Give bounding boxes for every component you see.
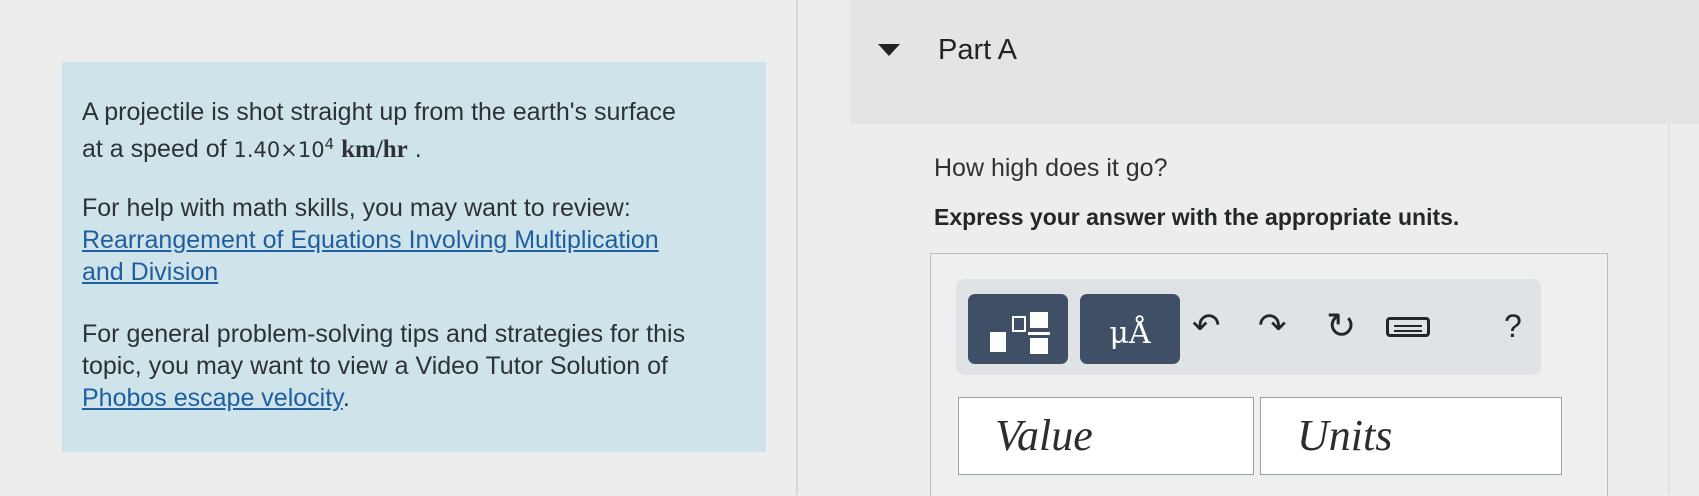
- units-icon: μÅ: [1109, 316, 1151, 351]
- speed-unit: km/hr: [341, 136, 408, 163]
- value-input[interactable]: Value: [958, 397, 1254, 475]
- collapse-caret-icon[interactable]: [878, 44, 900, 56]
- speed-value: 1.40×104: [233, 135, 335, 162]
- keyboard-icon[interactable]: [1386, 317, 1430, 337]
- redo-icon[interactable]: ↷: [1258, 309, 1287, 343]
- problem-intro: A projectile is shot straight up from th…: [82, 98, 676, 126]
- units-button[interactable]: μÅ: [1080, 294, 1180, 364]
- answer-instruction: Express your answer with the appropriate…: [934, 204, 1460, 230]
- undo-icon[interactable]: ↶: [1192, 309, 1221, 343]
- part-title: Part A: [938, 34, 1017, 66]
- speed-prefix: at a speed of: [82, 135, 234, 163]
- video-tutor-link[interactable]: Phobos escape velocity: [82, 384, 343, 412]
- tips-text: For general problem-solving tips and str…: [82, 320, 686, 412]
- math-review-link[interactable]: Rearrangement of Equations Involving Mul…: [82, 224, 672, 288]
- problem-statement-panel: A projectile is shot straight up from th…: [62, 62, 766, 452]
- question-text: How high does it go?: [934, 154, 1168, 182]
- templates-button[interactable]: [968, 294, 1068, 364]
- reset-icon[interactable]: ↻: [1326, 308, 1356, 344]
- help-button[interactable]: ?: [1504, 309, 1522, 343]
- math-toolbar: μÅ ↶ ↷ ↻ ?: [956, 279, 1541, 375]
- column-divider: [796, 0, 798, 495]
- speed-suffix: .: [414, 135, 422, 163]
- problem-text: A projectile is shot straight up from th…: [82, 96, 766, 166]
- math-help-text: For help with math skills, you may want …: [82, 192, 766, 288]
- units-input[interactable]: Units: [1260, 397, 1562, 475]
